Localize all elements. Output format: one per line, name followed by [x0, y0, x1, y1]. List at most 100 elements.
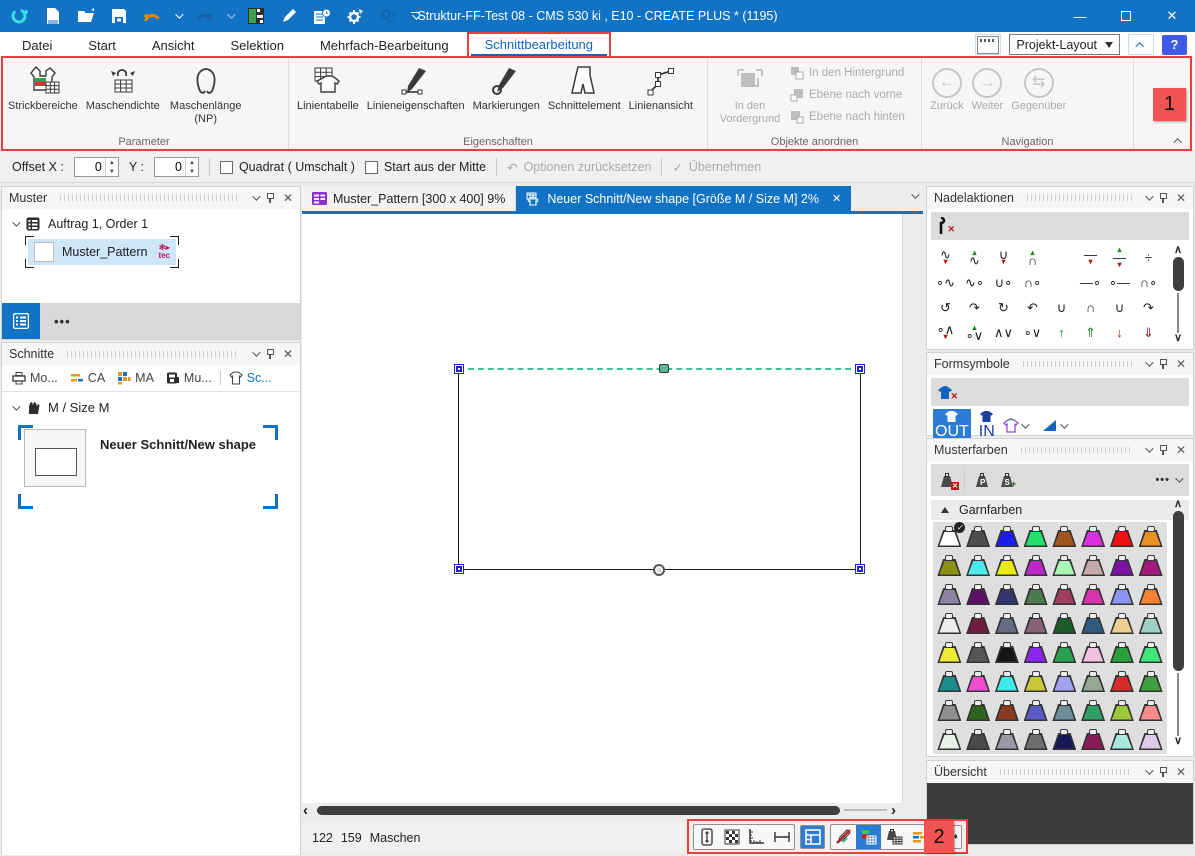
yarn-color-swatch[interactable] [1110, 613, 1134, 634]
yarn-color-swatch[interactable] [1110, 555, 1134, 576]
strickbereiche-button[interactable]: Strickbereiche [4, 60, 82, 115]
nadel-scrollbar[interactable]: ∧ ∨ [1170, 245, 1186, 343]
yarn-color-swatch[interactable] [937, 729, 961, 750]
needle-action-symbol[interactable] [1047, 270, 1076, 295]
yarn-color-swatch[interactable] [1139, 729, 1163, 750]
maschenlaenge-button[interactable]: Maschenlänge (NP) [164, 60, 248, 127]
yarn-color-swatch[interactable] [995, 642, 1019, 663]
section-garnfarben[interactable]: Garnfarben [931, 500, 1189, 520]
delete-color-icon[interactable]: ✕ [939, 473, 955, 488]
yarn-color-swatch[interactable] [1024, 526, 1048, 547]
pin-icon[interactable] [267, 349, 274, 355]
linienansicht-button[interactable]: Linienansicht [625, 60, 697, 115]
no-draw-button[interactable] [831, 825, 856, 849]
yarn-color-swatch[interactable] [1052, 700, 1076, 721]
pin-icon[interactable] [1160, 359, 1167, 365]
yarn-color-swatch[interactable] [1052, 613, 1076, 634]
yarn-color-swatch[interactable] [1081, 526, 1105, 547]
scroll-left-icon[interactable]: ‹ [303, 802, 315, 819]
needle-action-symbol[interactable]: ÷ [1134, 245, 1163, 270]
shape-handle-bottom-left[interactable] [455, 565, 463, 573]
tab-muster[interactable]: Mu... [162, 369, 216, 387]
needle-action-symbol[interactable]: ▴∘∨ [960, 320, 989, 345]
needle-action-symbol[interactable]: ∘∿ [931, 270, 960, 295]
menu-item-mehrfach-bearbeitung[interactable]: Mehrfach-Bearbeitung [306, 35, 463, 55]
needle-action-symbol[interactable]: ↷ [960, 295, 989, 320]
yarn-color-swatch[interactable] [1052, 642, 1076, 663]
menu-item-schnittbearbeitung[interactable]: Schnittbearbeitung [471, 34, 607, 56]
pin-icon[interactable] [1160, 193, 1167, 199]
layout-selector-dropdown[interactable]: Projekt-Layout [1009, 34, 1120, 55]
yarn-color-swatch[interactable] [966, 700, 990, 721]
offset-x-up-icon[interactable]: ▲ [106, 158, 118, 167]
needle-action-symbol[interactable]: ∩∘ [1134, 270, 1163, 295]
yarn-color-swatch[interactable] [1024, 729, 1048, 750]
yarn-color-swatch[interactable] [995, 700, 1019, 721]
shape-handle-top-left[interactable] [455, 365, 463, 373]
scroll-right-icon[interactable]: › [891, 802, 903, 819]
tab-ca[interactable]: CA [66, 369, 109, 387]
needle-action-symbol[interactable]: ↻ [989, 295, 1018, 320]
needle-delete-icon[interactable]: ✕ [937, 217, 949, 235]
undo-icon[interactable] [142, 6, 162, 26]
scrollbar-thumb[interactable] [1173, 511, 1184, 671]
yarn-color-swatch[interactable] [1110, 642, 1134, 663]
needle-action-symbol[interactable]: ▴—▾ [1105, 245, 1134, 270]
more-options-dropdown[interactable]: ••• [1155, 474, 1181, 486]
maximize-button[interactable] [1103, 0, 1149, 32]
scroll-down-icon[interactable]: ∨ [1174, 736, 1182, 746]
close-button[interactable]: ✕ [1149, 0, 1195, 32]
tab-ma[interactable]: MA [113, 369, 158, 387]
yarn-color-swatch[interactable]: ✓ [937, 526, 961, 547]
yarn-color-swatch[interactable] [937, 671, 961, 692]
yarn-color-swatch[interactable] [966, 642, 990, 663]
needle-action-symbol[interactable]: ∘— [1105, 270, 1134, 295]
tab-list-chevron-icon[interactable] [911, 190, 919, 198]
yarn-color-swatch[interactable] [966, 526, 990, 547]
measure-vertical-button[interactable] [694, 825, 719, 849]
needle-action-symbol[interactable]: ↺ [931, 295, 960, 320]
needle-action-symbol[interactable]: ↷ [1134, 295, 1163, 320]
offset-x-input[interactable] [75, 158, 105, 176]
tree-expand-icon[interactable] [12, 218, 20, 226]
minimize-button[interactable]: — [1057, 0, 1103, 32]
close-icon[interactable]: ✕ [1176, 443, 1186, 457]
yarn-color-swatch[interactable] [1024, 700, 1048, 721]
yarn-color-swatch[interactable] [937, 555, 961, 576]
panel-chevron-icon[interactable] [252, 348, 260, 356]
yarn-color-swatch[interactable] [1110, 671, 1134, 692]
undo-dropdown-icon[interactable] [175, 11, 181, 22]
yarn-color-swatch[interactable] [995, 613, 1019, 634]
needle-action-symbol[interactable]: ↑ [1047, 320, 1076, 345]
close-icon[interactable]: ✕ [1176, 191, 1186, 205]
yarn-color-swatch[interactable] [1024, 584, 1048, 605]
tab-close-icon[interactable]: ✕ [832, 192, 841, 205]
shape-handle-top-right[interactable] [856, 365, 864, 373]
farben-scrollbar[interactable]: ∧ ∨ [1170, 499, 1186, 746]
shape-handle-top-center[interactable] [659, 364, 669, 373]
ruler-button[interactable] [744, 825, 769, 849]
shape-outline-dropdown[interactable] [1003, 418, 1027, 433]
quadrat-checkbox[interactable] [220, 161, 233, 174]
more-options-button[interactable]: ••• [54, 314, 71, 329]
scroll-up-icon[interactable]: ∧ [1174, 499, 1182, 509]
machine-manager-icon[interactable] [312, 6, 332, 26]
maschendichte-button[interactable]: Maschendichte [82, 60, 164, 115]
yarn-color-swatch[interactable] [1024, 642, 1048, 663]
panel-chevron-icon[interactable] [1145, 192, 1153, 200]
yarn-color-swatch[interactable] [966, 613, 990, 634]
settings-gear-icon[interactable] [345, 6, 365, 26]
needle-action-symbol[interactable]: ∪∘ [989, 270, 1018, 295]
needle-action-symbol[interactable]: ↓ [1105, 320, 1134, 345]
needle-action-symbol[interactable] [1047, 245, 1076, 270]
needle-action-symbol[interactable]: ↶ [1018, 295, 1047, 320]
yarn-color-swatch[interactable] [995, 526, 1019, 547]
needle-action-symbol[interactable]: ∿▾ [931, 245, 960, 270]
yarn-color-swatch[interactable] [1052, 526, 1076, 547]
needle-action-symbol[interactable]: ∿∘ [960, 270, 989, 295]
shape-outline[interactable] [458, 369, 861, 570]
needle-action-symbol[interactable]: ∩ [1076, 295, 1105, 320]
linientabelle-button[interactable]: Linientabelle [293, 60, 363, 115]
needle-action-symbol[interactable]: —∘ [1076, 270, 1105, 295]
needle-action-symbol[interactable]: ∘∨ [1018, 320, 1047, 345]
